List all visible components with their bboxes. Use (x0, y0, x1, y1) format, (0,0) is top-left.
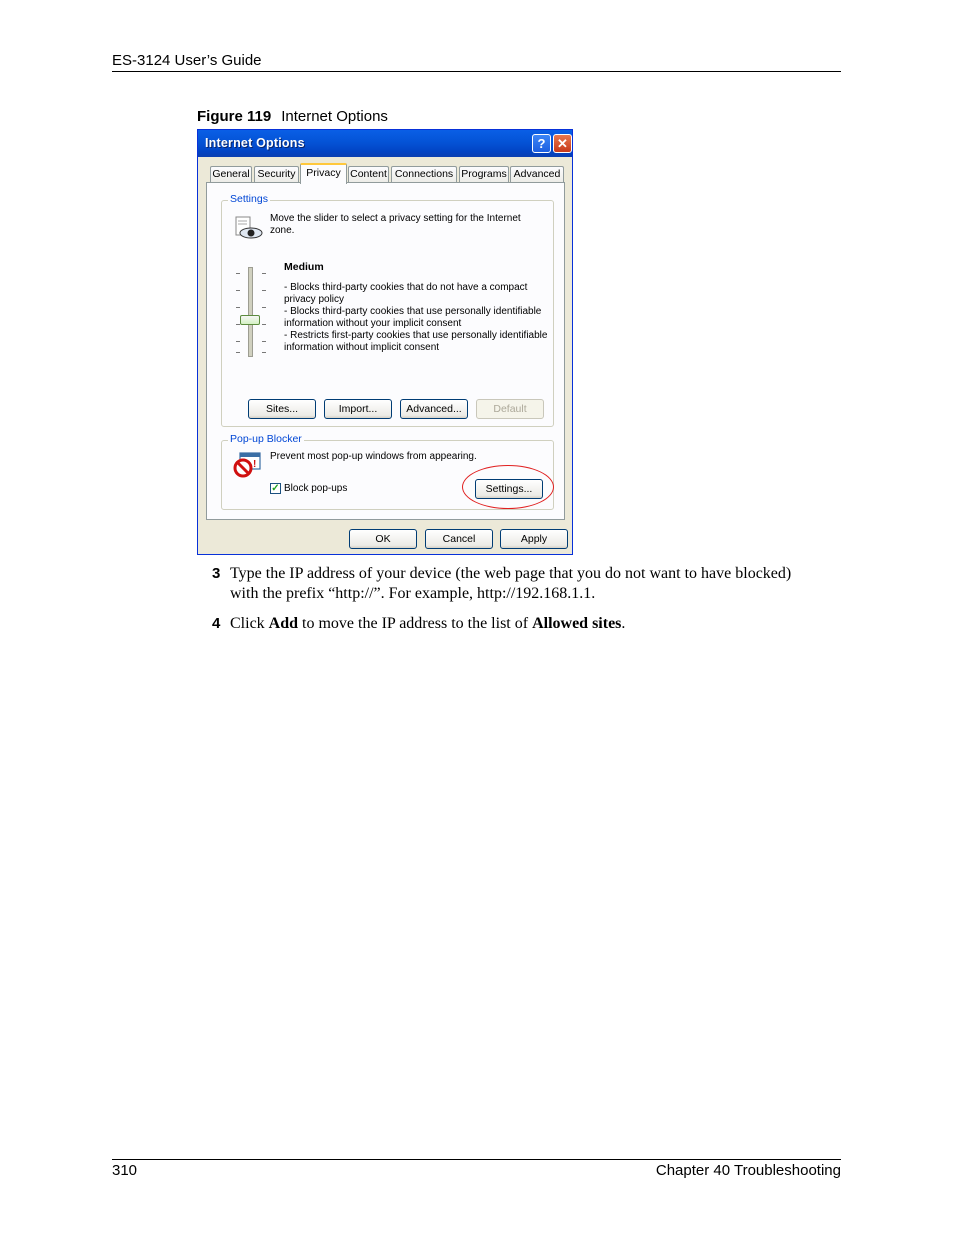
step-text: Click Add to move the IP address to the … (230, 614, 840, 634)
default-button[interactable]: Default (476, 399, 544, 419)
check-icon: ✓ (271, 483, 280, 494)
slider-tick (262, 273, 266, 274)
settings-legend: Settings (228, 193, 270, 205)
settings-group: Settings Move the slider to select a pri… (221, 193, 554, 427)
block-popups-label[interactable]: Block pop-ups (284, 483, 347, 495)
desc-line: information without your implicit consen… (284, 318, 462, 329)
help-icon: ? (537, 136, 546, 151)
step-number: 3 (212, 565, 221, 582)
help-button[interactable]: ? (532, 134, 551, 153)
step-text-post: . (621, 615, 626, 632)
close-button[interactable]: ✕ (553, 134, 572, 153)
figure-caption: Figure 119 Internet Options (197, 108, 388, 125)
slider-tick (236, 341, 240, 342)
slider-tick (236, 307, 240, 308)
tab-content[interactable]: Content (348, 166, 389, 183)
step-bold-add: Add (268, 615, 299, 632)
figure-title: Internet Options (281, 108, 388, 125)
chapter-title: Chapter 40 Troubleshooting (655, 1162, 841, 1179)
privacy-level-title: Medium (284, 261, 324, 273)
privacy-level-description: - Blocks third-party cookies that do not… (284, 282, 554, 354)
slider-tick (262, 290, 266, 291)
figure-label: Figure 119 (197, 108, 272, 125)
page-number: 310 (112, 1162, 138, 1179)
privacy-eye-icon (232, 215, 264, 241)
step-bold-allowed-sites: Allowed sites (532, 615, 622, 632)
settings-intro-line2: zone. (270, 225, 295, 236)
advanced-button[interactable]: Advanced... (400, 399, 468, 419)
desc-line: - Restricts first-party cookies that use… (284, 330, 548, 341)
step-text-mid: to move the IP address to the list of (298, 615, 533, 632)
close-icon: ✕ (557, 136, 568, 151)
slider-tick (262, 352, 266, 353)
desc-line: privacy policy (284, 294, 345, 305)
slider-track[interactable] (248, 267, 253, 357)
tab-security[interactable]: Security (254, 166, 299, 183)
popup-blocker-group: Pop-up Blocker ! Prevent most pop-up win… (221, 433, 554, 510)
step-number: 4 (212, 615, 221, 632)
step-text-line: with the prefix “http://”. For example, … (230, 585, 596, 602)
step-text-line: Type the IP address of your device (the … (230, 565, 792, 582)
apply-button[interactable]: Apply (500, 529, 568, 549)
desc-line: information without implicit consent (284, 342, 440, 353)
highlight-ellipse (462, 465, 554, 509)
import-button[interactable]: Import... (324, 399, 392, 419)
tab-programs[interactable]: Programs (459, 166, 509, 183)
settings-intro-line1: Move the slider to select a privacy sett… (270, 213, 521, 224)
privacy-tab-panel: Settings Move the slider to select a pri… (206, 182, 565, 520)
desc-line: - Blocks third-party cookies that do not… (284, 282, 528, 293)
header-rule (112, 71, 841, 72)
popup-description: Prevent most pop-up windows from appeari… (270, 451, 477, 462)
block-popups-checkbox[interactable]: ✓ (270, 483, 281, 494)
slider-tick (262, 324, 266, 325)
slider-tick (236, 273, 240, 274)
slider-thumb[interactable] (240, 315, 260, 325)
slider-tick (262, 307, 266, 308)
step-3: 3 Type the IP address of your device (th… (212, 564, 842, 606)
footer-rule (112, 1159, 841, 1160)
tab-connections[interactable]: Connections (391, 166, 457, 183)
step-text-pre: Click (230, 615, 269, 632)
slider-tick (236, 290, 240, 291)
internet-options-dialog: Internet Options ? ✕ General Security Pr… (197, 129, 573, 555)
popup-blocked-icon: ! (232, 451, 262, 479)
settings-intro: Move the slider to select a privacy sett… (270, 213, 550, 237)
slider-tick (262, 341, 266, 342)
sites-button[interactable]: Sites... (248, 399, 316, 419)
step-4: 4 Click Add to move the IP address to th… (212, 614, 842, 636)
tab-advanced[interactable]: Advanced (510, 166, 564, 183)
cancel-button[interactable]: Cancel (425, 529, 493, 549)
tab-general[interactable]: General (210, 166, 252, 183)
step-text: Type the IP address of your device (the … (230, 564, 840, 604)
dialog-title: Internet Options (205, 136, 305, 150)
page-header: ES-3124 User’s Guide (112, 52, 262, 69)
dialog-titlebar[interactable]: Internet Options ? ✕ (198, 130, 572, 157)
svg-text:!: ! (253, 459, 256, 470)
popup-legend: Pop-up Blocker (228, 433, 304, 445)
slider-tick (236, 352, 240, 353)
desc-line: - Blocks third-party cookies that use pe… (284, 306, 542, 317)
ok-button[interactable]: OK (349, 529, 417, 549)
tab-privacy[interactable]: Privacy (300, 163, 347, 184)
